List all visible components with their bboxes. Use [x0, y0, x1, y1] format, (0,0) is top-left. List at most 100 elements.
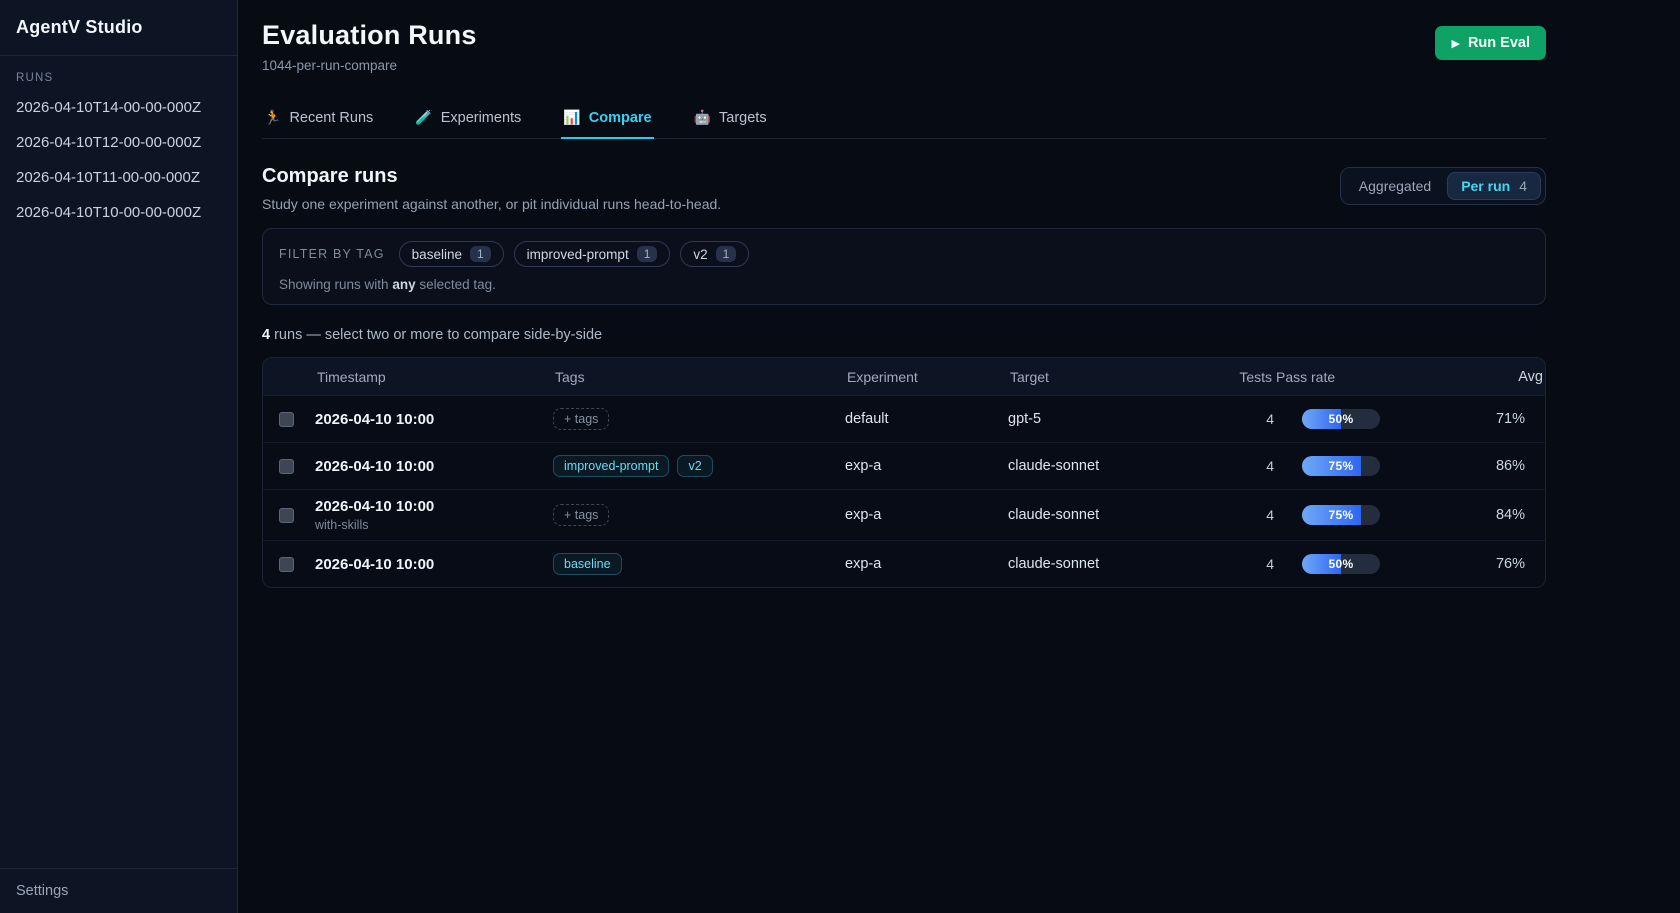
run-eval-label: Run Eval	[1468, 35, 1530, 51]
add-tags-button[interactable]: + tags	[553, 408, 609, 430]
pass-rate-label: 75%	[1302, 505, 1380, 525]
toggle-aggregated[interactable]: Aggregated	[1345, 172, 1445, 200]
pass-rate-label: 75%	[1302, 456, 1380, 476]
row-tests: 4	[1214, 556, 1274, 572]
row-target: claude-sonnet	[1008, 556, 1214, 572]
filter-tag-count: 1	[716, 246, 737, 262]
row-experiment: exp-a	[845, 458, 1008, 474]
tab-recent-runs[interactable]: 🏃 Recent Runs	[262, 101, 375, 139]
page-subtitle: 1044-per-run-compare	[262, 58, 477, 73]
tab-label: Experiments	[441, 110, 522, 126]
col-tests: Tests	[1214, 369, 1274, 385]
pass-rate-label: 50%	[1302, 409, 1380, 429]
sidebar-run-list: 2026-04-10T14-00-00-000Z 2026-04-10T12-0…	[0, 90, 237, 230]
filter-tag-v2[interactable]: v2 1	[680, 241, 749, 267]
tab-targets[interactable]: 🤖 Targets	[692, 101, 769, 139]
page-title: Evaluation Runs	[262, 20, 477, 51]
filter-label: FILTER BY TAG	[279, 247, 385, 261]
pass-rate-bar: 50%	[1302, 409, 1380, 429]
sidebar-run-item[interactable]: 2026-04-10T10-00-00-000Z	[0, 195, 237, 230]
toggle-per-run-label: Per run	[1461, 178, 1510, 194]
col-avg: Avg	[1426, 369, 1545, 385]
filter-tag-count: 1	[470, 246, 491, 262]
tab-label: Compare	[589, 110, 652, 126]
tab-label: Targets	[719, 110, 767, 126]
compare-description: Study one experiment against another, or…	[262, 196, 721, 212]
filter-tag-improved-prompt[interactable]: improved-prompt 1	[514, 241, 671, 267]
view-mode-toggle: Aggregated Per run 4	[1340, 167, 1546, 205]
runner-icon: 🏃	[264, 109, 281, 126]
tag-chip[interactable]: v2	[677, 455, 712, 477]
row-timestamp: 2026-04-10 10:00	[315, 458, 553, 475]
row-avg: 86%	[1426, 458, 1545, 474]
row-checkbox[interactable]	[279, 412, 294, 427]
filter-tag-name: baseline	[412, 247, 462, 262]
toggle-per-run[interactable]: Per run 4	[1447, 172, 1541, 200]
pass-rate-bar: 75%	[1302, 505, 1380, 525]
table-row: 2026-04-10 10:00 + tags default gpt-5 4 …	[263, 395, 1545, 442]
compare-heading: Compare runs	[262, 165, 721, 188]
row-target: claude-sonnet	[1008, 458, 1214, 474]
tag-chip[interactable]: improved-prompt	[553, 455, 669, 477]
row-timestamp: 2026-04-10 10:00	[315, 556, 553, 573]
col-experiment: Experiment	[845, 369, 1008, 385]
app-title: AgentV Studio	[0, 0, 237, 56]
tab-compare[interactable]: 📊 Compare	[561, 101, 653, 139]
row-target: gpt-5	[1008, 411, 1214, 427]
row-experiment: exp-a	[845, 507, 1008, 523]
tab-bar: 🏃 Recent Runs 🧪 Experiments 📊 Compare 🤖 …	[262, 101, 1546, 139]
row-checkbox[interactable]	[279, 557, 294, 572]
robot-icon: 🤖	[694, 109, 711, 126]
compare-section-header: Compare runs Study one experiment agains…	[262, 165, 1546, 212]
page-header: Evaluation Runs 1044-per-run-compare ▶ R…	[262, 20, 1546, 73]
col-target: Target	[1008, 369, 1214, 385]
sidebar: AgentV Studio RUNS 2026-04-10T14-00-00-0…	[0, 0, 238, 913]
sidebar-run-item[interactable]: 2026-04-10T11-00-00-000Z	[0, 160, 237, 195]
row-timestamp: 2026-04-10 10:00	[315, 498, 553, 515]
bar-chart-icon: 📊	[563, 109, 580, 126]
sidebar-run-item[interactable]: 2026-04-10T12-00-00-000Z	[0, 125, 237, 160]
col-timestamp: Timestamp	[315, 369, 553, 385]
row-avg: 71%	[1426, 411, 1545, 427]
row-experiment: exp-a	[845, 556, 1008, 572]
tab-label: Recent Runs	[289, 110, 373, 126]
table-row: 2026-04-10 10:00 with-skills + tags exp-…	[263, 489, 1545, 540]
row-experiment: default	[845, 411, 1008, 427]
main-content: Evaluation Runs 1044-per-run-compare ▶ R…	[238, 0, 1680, 913]
filter-tag-name: improved-prompt	[527, 247, 629, 262]
row-avg: 84%	[1426, 507, 1545, 523]
play-icon: ▶	[1451, 37, 1459, 50]
tab-experiments[interactable]: 🧪 Experiments	[413, 101, 523, 139]
pass-rate-label: 50%	[1302, 554, 1380, 574]
test-tube-icon: 🧪	[415, 109, 432, 126]
runs-summary: 4 runs — select two or more to compare s…	[262, 327, 1546, 343]
filter-tag-baseline[interactable]: baseline 1	[399, 241, 504, 267]
row-tests: 4	[1214, 507, 1274, 523]
toggle-per-run-count: 4	[1519, 178, 1527, 194]
row-checkbox[interactable]	[279, 459, 294, 474]
table-header-row: Timestamp Tags Experiment Target Tests P…	[263, 358, 1545, 395]
row-target: claude-sonnet	[1008, 507, 1214, 523]
row-timestamp: 2026-04-10 10:00	[315, 411, 553, 428]
col-tags: Tags	[553, 369, 845, 385]
tag-chip[interactable]: baseline	[553, 553, 622, 575]
pass-rate-bar: 50%	[1302, 554, 1380, 574]
filter-tag-count: 1	[637, 246, 658, 262]
table-row: 2026-04-10 10:00 baseline exp-a claude-s…	[263, 540, 1545, 587]
pass-rate-bar: 75%	[1302, 456, 1380, 476]
filter-by-tag-card: FILTER BY TAG baseline 1 improved-prompt…	[262, 228, 1546, 305]
runs-count: 4	[262, 327, 270, 343]
sidebar-section-label: RUNS	[0, 56, 237, 90]
row-subtitle: with-skills	[315, 518, 553, 532]
row-tests: 4	[1214, 411, 1274, 427]
settings-link[interactable]: Settings	[0, 868, 237, 913]
row-tests: 4	[1214, 458, 1274, 474]
sidebar-run-item[interactable]: 2026-04-10T14-00-00-000Z	[0, 90, 237, 125]
col-pass-rate: Pass rate	[1274, 369, 1426, 385]
run-eval-button[interactable]: ▶ Run Eval	[1435, 26, 1546, 60]
runs-table: Timestamp Tags Experiment Target Tests P…	[262, 357, 1546, 588]
row-avg: 76%	[1426, 556, 1545, 572]
row-checkbox[interactable]	[279, 508, 294, 523]
add-tags-button[interactable]: + tags	[553, 504, 609, 526]
filter-note: Showing runs with any selected tag.	[279, 277, 1529, 292]
